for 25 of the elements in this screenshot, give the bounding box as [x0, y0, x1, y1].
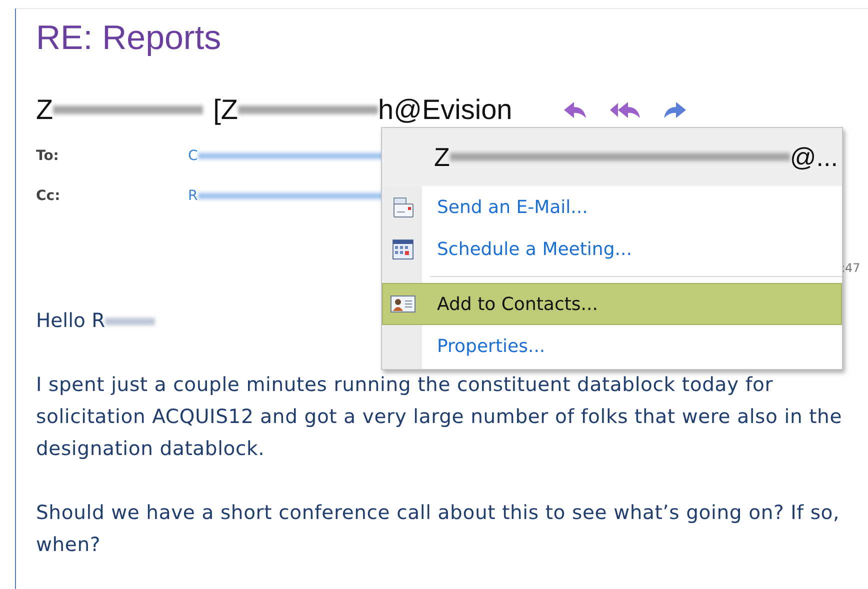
body-paragraph: I spent just a couple minutes running the constituent datablock today for solicitation ACQUIS12 and got a very large number of folks that were also in the designation datablock.	[36, 372, 843, 462]
recipient-link[interactable]: R	[188, 188, 198, 204]
envelope-icon	[391, 195, 415, 219]
sender-name: Z	[36, 94, 54, 126]
body-paragraph: Should we have a short conference call about this to see what’s going on? If so, when?	[36, 500, 841, 558]
greeting-text: Hello R	[36, 308, 106, 334]
menu-item[interactable]: Send an E-Mail...	[382, 186, 842, 228]
recipient-label: To:	[36, 148, 60, 164]
forward-icon[interactable]	[662, 100, 688, 120]
redaction-blur	[105, 316, 156, 326]
sender-address: [Z	[213, 94, 238, 126]
message-title: RE: Reports	[36, 18, 222, 58]
sender-address: h@Evision	[378, 94, 512, 126]
reply-all-icon[interactable]	[608, 100, 642, 120]
recipient-link[interactable]: C	[188, 148, 198, 164]
contact-card-icon	[390, 294, 416, 314]
menu-item[interactable]: Properties...	[382, 325, 842, 367]
menu-item[interactable]: Schedule a Meeting...	[382, 228, 842, 270]
contact-name: Z	[434, 142, 450, 172]
calendar-icon	[391, 237, 415, 261]
recipient-label: Cc:	[36, 188, 62, 204]
reply-icon[interactable]	[562, 100, 588, 120]
menu-item[interactable]: Add to Contacts...	[382, 283, 842, 325]
contact-name: @...	[790, 142, 838, 172]
time-text: :47	[841, 261, 860, 275]
